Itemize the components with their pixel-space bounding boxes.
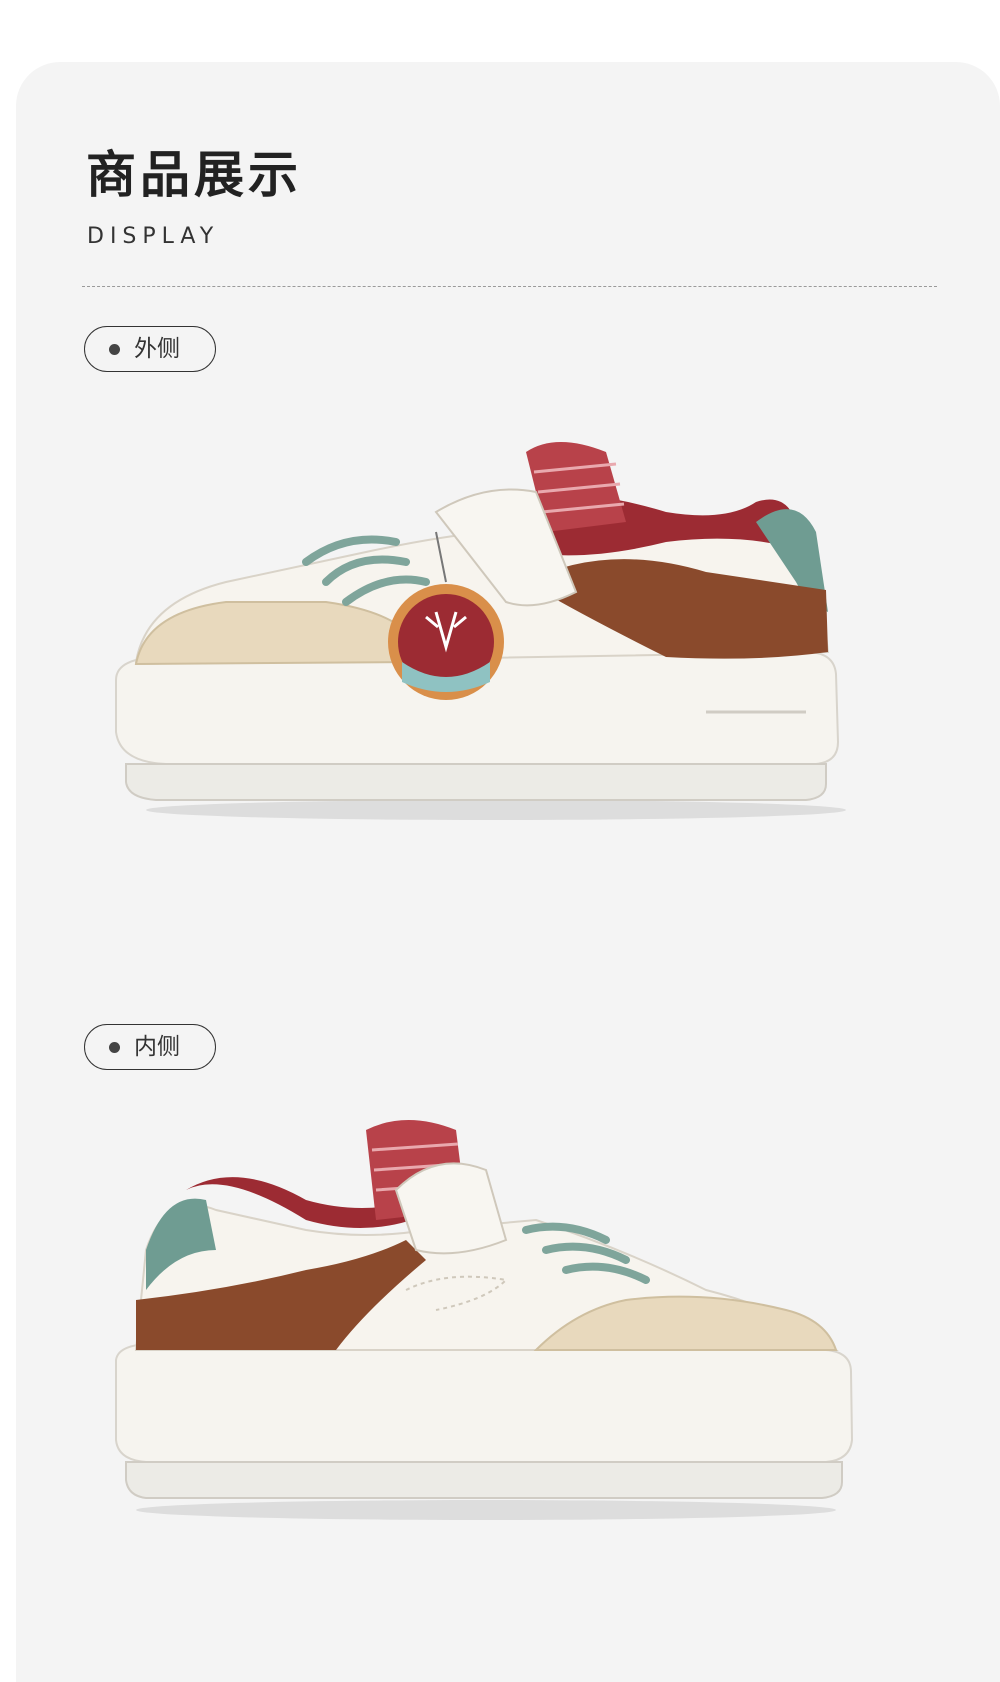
bullet-dot-icon — [109, 1041, 120, 1053]
view-tag-label: 外侧 — [134, 335, 180, 362]
shadow — [146, 800, 846, 820]
section-subtitle: DISPLAY — [87, 224, 220, 249]
sole-tread — [125, 1461, 843, 1499]
display-panel: 商品展示 DISPLAY 外侧 内侧 — [16, 62, 1000, 1682]
view-tag-outer: 外侧 — [84, 326, 216, 372]
sneaker-inner-side-image — [115, 1120, 854, 1520]
shadow — [136, 1500, 836, 1520]
section-title: 商品展示 — [86, 146, 302, 204]
sneaker-outer-side-image — [115, 442, 846, 820]
velcro-strap — [394, 1162, 508, 1255]
bullet-dot-icon — [109, 343, 120, 355]
view-tag-label: 内侧 — [134, 1033, 180, 1060]
sole — [115, 1342, 854, 1463]
dashed-divider — [82, 286, 937, 287]
view-tag-inner: 内侧 — [84, 1024, 216, 1070]
sole-tread — [125, 763, 827, 801]
